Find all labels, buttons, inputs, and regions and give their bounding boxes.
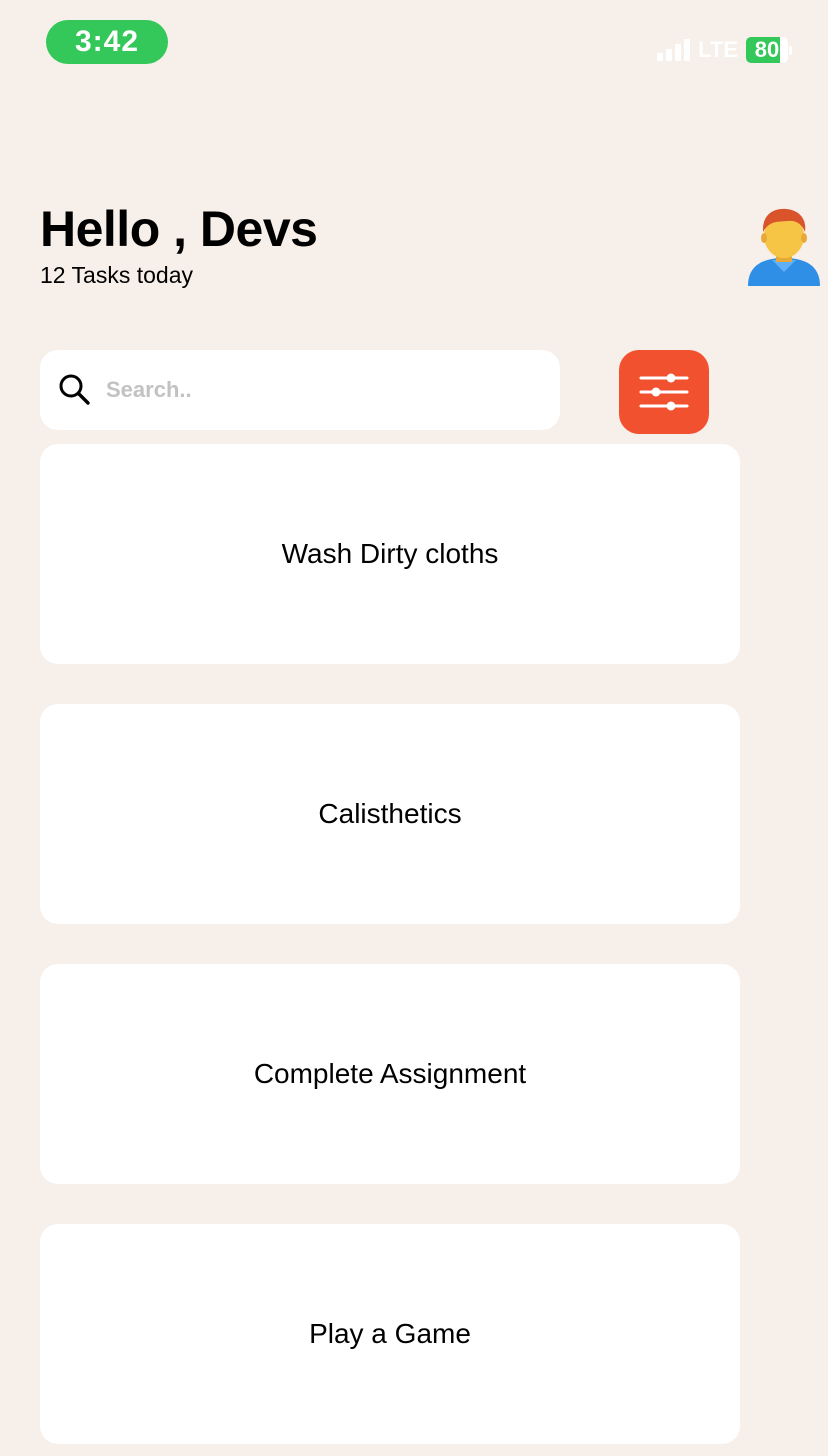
search-icon — [59, 374, 90, 405]
battery-level: 80 — [754, 37, 780, 62]
status-time: 3:42 — [46, 20, 168, 64]
person-avatar-icon[interactable] — [744, 206, 824, 288]
tasks-count-subtitle: 12 Tasks today — [40, 262, 194, 288]
signal-icon — [657, 39, 691, 61]
sliders-icon — [639, 373, 689, 411]
task-title: Play a Game — [309, 1318, 471, 1349]
greeting-title: Hello , Devs — [40, 201, 318, 257]
network-type: LTE — [698, 37, 738, 62]
task-card[interactable]: Wash Dirty cloths — [40, 444, 740, 664]
task-title: Wash Dirty cloths — [281, 538, 499, 569]
filter-button[interactable] — [619, 350, 709, 434]
battery-icon: 80 — [746, 37, 792, 63]
task-card[interactable]: Complete Assignment — [40, 964, 740, 1184]
search-box[interactable] — [40, 350, 560, 430]
status-bar: 3:42 LTE 80 — [0, 0, 828, 90]
task-card[interactable]: Calisthetics — [40, 704, 740, 924]
task-title: Complete Assignment — [253, 1058, 527, 1089]
status-indicators: LTE 80 — [657, 36, 792, 64]
task-card[interactable]: Play a Game — [40, 1224, 740, 1444]
search-input[interactable] — [106, 377, 506, 403]
task-title: Calisthetics — [318, 798, 462, 829]
